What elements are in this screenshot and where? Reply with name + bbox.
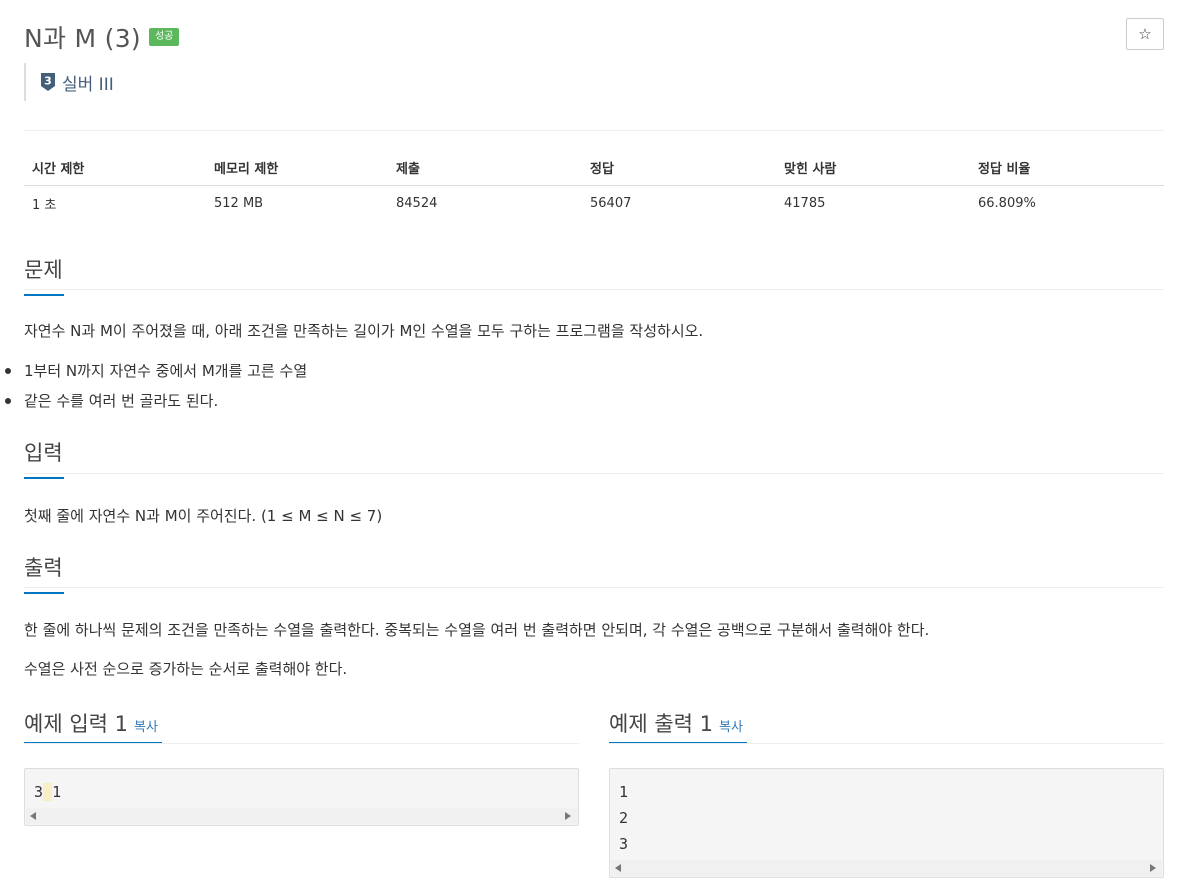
status-badge: 성공 [148,28,180,46]
copy-sample-output-button[interactable]: 복사 [719,720,743,735]
scroll-right-icon[interactable] [565,812,571,820]
stats-value-row: 1 초 512 MB 84524 56407 41785 66.809% [24,186,1164,222]
list-item-text: 같은 수를 여러 번 골라도 된다. [24,392,219,410]
sample-input-text: 3 1 [34,779,61,805]
list-item-text: 1부터 N까지 자연수 중에서 M개를 고른 수열 [24,362,308,380]
value-accept-ratio: 66.809% [978,196,1036,211]
horizontal-scrollbar[interactable] [611,860,1162,876]
value-solved-users[interactable]: 41785 [776,186,970,222]
star-button[interactable]: ☆ [1126,18,1164,50]
section-divider [24,587,1164,588]
section-divider [609,743,1164,744]
stats-header-row: 시간 제한 메모리 제한 제출 정답 맞힌 사람 정답 비율 [24,150,1164,186]
value-time-limit: 1 초 [32,198,57,213]
problem-description-heading: 문제 [24,254,64,296]
output-order-text: 수열은 사전 순으로 증가하는 순서로 출력해야 한다. [24,660,348,678]
sample-input-title: 예제 입력 1 [24,712,128,736]
bullet-icon [5,398,11,404]
section-divider [24,289,1164,290]
tier-row[interactable]: 3 실버 III [24,63,114,101]
list-item: 1부터 N까지 자연수 중에서 M개를 고른 수열 [5,360,308,381]
input-title: 입력 [24,441,63,465]
header-memory-limit: 메모리 제한 [206,150,388,186]
problem-title: N과 M (3) [24,24,141,53]
problem-stats-table: 시간 제한 메모리 제한 제출 정답 맞힌 사람 정답 비율 1 초 512 M… [24,150,1164,221]
divider [24,130,1164,131]
silver-tier-icon: 3 [41,73,55,91]
scroll-left-icon[interactable] [30,812,36,820]
sample-input-box[interactable]: 3 1 [24,768,579,826]
output-title: 출력 [24,556,63,580]
sample-input-value-1: 3 [34,783,44,801]
horizontal-scrollbar[interactable] [26,808,577,824]
tier-label: 실버 III [62,74,114,95]
copy-sample-input-button[interactable]: 복사 [134,720,158,735]
heading-underline [24,592,64,594]
scroll-left-icon[interactable] [615,864,621,872]
output-heading: 출력 [24,552,64,594]
header-time-limit: 시간 제한 [24,150,206,186]
header-accepted: 정답 [582,150,776,186]
problem-description-title: 문제 [24,258,63,282]
section-divider [24,743,579,744]
sample-output-box[interactable]: 1 2 3 [609,768,1164,878]
value-submissions[interactable]: 84524 [388,186,582,222]
star-icon: ☆ [1138,25,1152,43]
highlighted-space [43,783,53,801]
heading-underline [24,294,64,296]
svg-text:3: 3 [44,75,52,88]
input-heading: 입력 [24,437,64,479]
output-description-text: 한 줄에 하나씩 문제의 조건을 만족하는 수열을 출력한다. 중복되는 수열을… [24,621,930,639]
bullet-icon [5,368,11,374]
value-memory-limit: 512 MB [214,196,264,211]
header-submissions: 제출 [388,150,582,186]
sample-input-value-2: 1 [52,783,62,801]
title-row: N과 M (3) 성공 [24,20,180,54]
header-accept-ratio: 정답 비율 [970,150,1164,186]
scroll-right-icon[interactable] [1150,864,1156,872]
section-divider [24,473,1164,474]
header-solved-users: 맞힌 사람 [776,150,970,186]
sample-output-title: 예제 출력 1 [609,712,713,736]
sample-input-heading: 예제 입력 1 복사 [24,708,158,738]
sample-output-text: 1 2 3 [619,783,629,853]
problem-description-text: 자연수 N과 M이 주어졌을 때, 아래 조건을 만족하는 길이가 M인 수열을… [24,322,704,340]
value-accepted[interactable]: 56407 [582,186,776,222]
input-description-text: 첫째 줄에 자연수 N과 M이 주어진다. (1 ≤ M ≤ N ≤ 7) [24,507,383,525]
list-item: 같은 수를 여러 번 골라도 된다. [5,390,219,411]
heading-underline [24,477,64,479]
sample-output-heading: 예제 출력 1 복사 [609,708,743,738]
